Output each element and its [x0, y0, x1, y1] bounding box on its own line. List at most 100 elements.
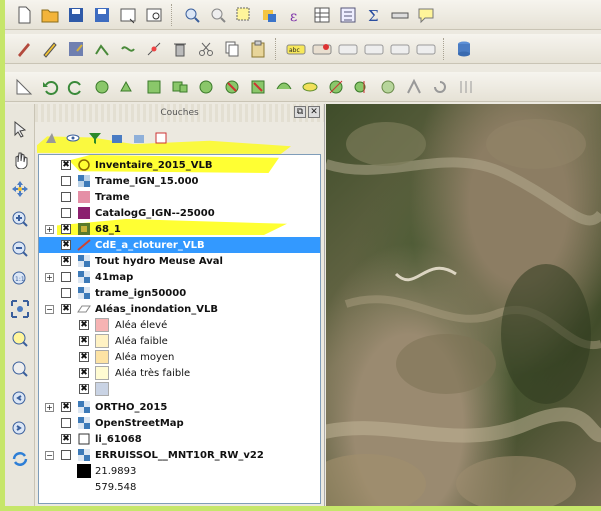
save-as-icon[interactable] [91, 4, 113, 26]
merge-features-icon[interactable] [377, 76, 399, 98]
reshape-icon[interactable] [273, 76, 295, 98]
split-parts-icon[interactable] [351, 76, 373, 98]
layer-checkbox[interactable]: ✖ [61, 434, 71, 444]
database-icon[interactable] [453, 38, 475, 60]
new-project-icon[interactable] [13, 4, 35, 26]
copy-features-icon[interactable] [221, 38, 243, 60]
layer-checkbox[interactable] [61, 288, 71, 298]
layer-row[interactable]: OpenStreetMap [39, 415, 320, 431]
select-features-icon[interactable] [233, 4, 255, 26]
statistics-icon[interactable]: Σ [363, 4, 385, 26]
measure-icon[interactable] [389, 4, 411, 26]
remove-layer-icon[interactable] [153, 130, 169, 146]
deselect-icon[interactable] [259, 4, 281, 26]
legend-checkbox[interactable]: ✖ [79, 320, 89, 330]
current-edits-icon[interactable] [13, 38, 35, 60]
delete-ring-icon[interactable] [221, 76, 243, 98]
pan-map-icon[interactable] [9, 148, 31, 170]
layer-checkbox[interactable]: ✖ [61, 256, 71, 266]
legend-checkbox[interactable]: ✖ [79, 336, 89, 346]
redo-icon[interactable] [65, 76, 87, 98]
add-group-icon[interactable] [65, 130, 81, 146]
map-canvas[interactable] [326, 104, 601, 506]
layer-checkbox[interactable] [61, 192, 71, 202]
zoom-to-layer-icon[interactable] [9, 358, 31, 380]
label-toolbar-icon[interactable]: abc [285, 38, 307, 60]
style-manager-icon[interactable] [43, 130, 59, 146]
change-label-icon[interactable] [415, 38, 437, 60]
legend-item[interactable]: ✖ Aléa élevé [39, 317, 320, 333]
zoom-next-icon[interactable] [9, 418, 31, 440]
identify-icon[interactable] [207, 4, 229, 26]
collapse-all-icon[interactable] [131, 130, 147, 146]
layer-row[interactable]: + ✖ 68_1 [39, 221, 320, 237]
collapse-toggle[interactable]: − [45, 304, 54, 314]
collapse-toggle[interactable]: − [45, 450, 54, 460]
zoom-in-icon[interactable] [9, 208, 31, 230]
legend-item[interactable]: ✖ [39, 381, 320, 397]
offset-curve-icon[interactable] [299, 76, 321, 98]
layer-row-selected[interactable]: ✖ CdE_a_cloturer_VLB [39, 237, 320, 253]
toggle-editing-icon[interactable] [39, 38, 61, 60]
legend-checkbox[interactable]: ✖ [79, 352, 89, 362]
layer-row[interactable]: ✖ Tout hydro Meuse Aval [39, 253, 320, 269]
layer-checkbox[interactable] [61, 450, 71, 460]
delete-part-icon[interactable] [247, 76, 269, 98]
offset-point-icon[interactable] [455, 76, 477, 98]
save-project-icon[interactable] [65, 4, 87, 26]
expand-toggle[interactable]: + [45, 272, 54, 282]
expression-select-icon[interactable]: ε [285, 4, 307, 26]
filter-legend-icon[interactable] [87, 130, 103, 146]
layer-checkbox[interactable] [61, 272, 71, 282]
float-panel-button[interactable]: ⧉ [294, 106, 306, 118]
layer-row[interactable]: ✖ Inventaire_2015_VLB [39, 157, 320, 173]
zoom-native-icon[interactable]: 1:1 [9, 268, 31, 290]
layer-row[interactable]: CatalogG_IGN--25000 [39, 205, 320, 221]
paste-features-icon[interactable] [247, 38, 269, 60]
fill-ring-icon[interactable] [195, 76, 217, 98]
layer-checkbox[interactable]: ✖ [61, 240, 71, 250]
pin-labels-icon[interactable] [311, 38, 333, 60]
move-feature-icon[interactable] [117, 38, 139, 60]
layer-row[interactable]: − ERRUISSOL__MNT10R_RW_v22 [39, 447, 320, 463]
rotate-point-icon[interactable] [429, 76, 451, 98]
rotate-label-icon[interactable] [389, 38, 411, 60]
layer-checkbox[interactable]: ✖ [61, 224, 71, 234]
add-ring-icon[interactable] [143, 76, 165, 98]
pointer-icon[interactable] [9, 118, 31, 140]
layer-row[interactable]: + ✖ ORTHO_2015 [39, 399, 320, 415]
legend-checkbox[interactable]: ✖ [79, 384, 89, 394]
pan-to-selection-icon[interactable] [181, 4, 203, 26]
layer-checkbox[interactable]: ✖ [61, 160, 71, 170]
zoom-last-icon[interactable] [9, 388, 31, 410]
legend-checkbox[interactable]: ✖ [79, 368, 89, 378]
delete-selected-icon[interactable] [169, 38, 191, 60]
move-label-icon[interactable] [363, 38, 385, 60]
expand-toggle[interactable]: + [45, 224, 54, 234]
zoom-to-selection-icon[interactable] [9, 328, 31, 350]
zoom-out-icon[interactable] [9, 238, 31, 260]
undo-icon[interactable] [39, 76, 61, 98]
layer-row[interactable]: − ✖ Aléas_inondation_VLB [39, 301, 320, 317]
expand-toggle[interactable]: + [45, 402, 54, 412]
cut-features-icon[interactable] [195, 38, 217, 60]
layer-row[interactable]: Trame_IGN_15.000 [39, 173, 320, 189]
layer-row[interactable]: ✖ li_61068 [39, 431, 320, 447]
legend-item[interactable]: ✖ Aléa faible [39, 333, 320, 349]
rotate-feature-icon[interactable] [91, 76, 113, 98]
layer-checkbox[interactable] [61, 418, 71, 428]
expand-all-icon[interactable] [109, 130, 125, 146]
field-calculator-icon[interactable] [337, 4, 359, 26]
layer-row[interactable]: trame_ign50000 [39, 285, 320, 301]
layer-checkbox[interactable]: ✖ [61, 402, 71, 412]
layer-checkbox[interactable] [61, 176, 71, 186]
new-composer-icon[interactable] [117, 4, 139, 26]
zoom-full-icon[interactable] [9, 298, 31, 320]
node-tool-icon[interactable] [143, 38, 165, 60]
open-project-icon[interactable] [39, 4, 61, 26]
attribute-table-icon[interactable] [311, 4, 333, 26]
pan-to-selection-left-icon[interactable] [9, 178, 31, 200]
merge-attributes-icon[interactable] [403, 76, 425, 98]
legend-item[interactable]: ✖ Aléa très faible [39, 365, 320, 381]
annotation-icon[interactable] [415, 4, 437, 26]
